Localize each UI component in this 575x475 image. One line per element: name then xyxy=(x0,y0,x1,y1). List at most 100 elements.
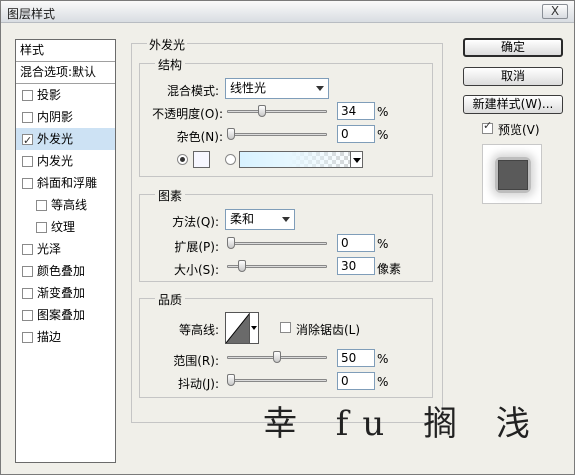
noise-input[interactable]: 0 xyxy=(337,125,375,143)
range-label: 范围(R): xyxy=(173,354,219,368)
blend-mode-select[interactable]: 线性光 xyxy=(225,78,329,99)
jitter-input[interactable]: 0 xyxy=(337,372,375,390)
style-checkbox[interactable] xyxy=(22,177,33,189)
size-unit: 像素 xyxy=(377,262,402,276)
opacity-label: 不透明度(O): xyxy=(152,107,223,121)
slider-track xyxy=(227,379,327,382)
slider-thumb[interactable] xyxy=(258,105,266,117)
range-input[interactable]: 50 xyxy=(337,349,375,367)
slider-thumb[interactable] xyxy=(227,237,235,249)
style-checkbox[interactable] xyxy=(22,130,33,152)
style-item[interactable]: 图案叠加 xyxy=(16,304,115,326)
range-unit: % xyxy=(377,352,389,366)
slider-track xyxy=(227,133,327,136)
glow-gradient-picker[interactable] xyxy=(239,151,363,168)
close-button[interactable]: X xyxy=(542,4,568,19)
style-item-label: 纹理 xyxy=(51,220,76,234)
glow-color-swatch[interactable] xyxy=(193,151,210,168)
range-slider[interactable] xyxy=(227,350,327,364)
noise-label: 杂色(N): xyxy=(176,130,223,144)
style-item[interactable]: 外发光 xyxy=(16,128,115,152)
style-checkbox[interactable] xyxy=(36,199,47,211)
size-input[interactable]: 30 xyxy=(337,257,375,275)
chevron-down-icon xyxy=(316,86,324,91)
styles-list: 样式 混合选项:默认 投影内阴影外发光内发光斜面和浮雕等高线纹理光泽颜色叠加渐变… xyxy=(15,39,116,463)
slider-thumb[interactable] xyxy=(227,128,235,140)
style-checkbox[interactable] xyxy=(22,287,33,299)
style-preview xyxy=(482,144,542,204)
blend-options-item[interactable]: 混合选项:默认 xyxy=(16,62,115,84)
style-checkbox[interactable] xyxy=(22,243,33,255)
spread-label: 扩展(P): xyxy=(174,240,219,254)
style-checkbox[interactable] xyxy=(22,89,33,101)
style-item-label: 描边 xyxy=(37,330,62,344)
spread-slider[interactable] xyxy=(227,236,327,250)
antialias-checkbox[interactable] xyxy=(280,322,291,333)
technique-select[interactable]: 柔和 xyxy=(225,209,295,230)
preview-checkbox[interactable] xyxy=(482,119,493,134)
style-item[interactable]: 颜色叠加 xyxy=(16,260,115,282)
style-checkbox[interactable] xyxy=(22,309,33,321)
noise-unit: % xyxy=(377,128,389,142)
size-slider[interactable] xyxy=(227,259,327,273)
style-checkbox[interactable] xyxy=(22,265,33,277)
technique-label: 方法(Q): xyxy=(172,215,219,229)
jitter-label: 抖动(J): xyxy=(178,377,219,391)
solid-color-radio[interactable] xyxy=(177,154,188,165)
style-item[interactable]: 等高线 xyxy=(16,194,115,216)
preview-square xyxy=(498,160,528,190)
gradient-radio[interactable] xyxy=(225,154,236,165)
style-item-label: 光泽 xyxy=(37,242,62,256)
antialias-label[interactable]: 消除锯齿(L) xyxy=(296,321,360,338)
spread-unit: % xyxy=(377,237,389,251)
cancel-button[interactable]: 取消 xyxy=(463,67,563,86)
layer-style-dialog: 图层样式 X 样式 混合选项:默认 投影内阴影外发光内发光斜面和浮雕等高线纹理光… xyxy=(0,0,575,475)
watermark-text: 幸 fu 搁 浅 xyxy=(263,404,544,444)
opacity-slider[interactable] xyxy=(227,104,327,118)
preview-label[interactable]: 预览(V) xyxy=(498,121,540,138)
style-item-label: 斜面和浮雕 xyxy=(37,176,98,190)
size-label: 大小(S): xyxy=(173,263,219,277)
jitter-slider[interactable] xyxy=(227,373,327,387)
style-checkbox[interactable] xyxy=(22,155,33,167)
window-title: 图层样式 xyxy=(7,7,56,21)
blend-mode-value: 线性光 xyxy=(230,81,267,95)
style-item[interactable]: 纹理 xyxy=(16,216,115,238)
style-checkbox[interactable] xyxy=(36,221,47,233)
preview-glow xyxy=(495,157,531,193)
title-bar[interactable]: 图层样式 X xyxy=(1,1,574,23)
style-item-label: 图案叠加 xyxy=(37,308,86,322)
style-item[interactable]: 内发光 xyxy=(16,150,115,172)
style-checkbox[interactable] xyxy=(22,331,33,343)
style-items: 投影内阴影外发光内发光斜面和浮雕等高线纹理光泽颜色叠加渐变叠加图案叠加描边 xyxy=(16,84,115,348)
style-item-label: 内发光 xyxy=(37,154,74,168)
style-item-label: 内阴影 xyxy=(37,110,74,124)
style-item[interactable]: 内阴影 xyxy=(16,106,115,128)
chevron-down-icon[interactable] xyxy=(249,313,258,343)
noise-slider[interactable] xyxy=(227,127,327,141)
style-item[interactable]: 投影 xyxy=(16,84,115,106)
slider-track xyxy=(227,110,327,113)
slider-thumb[interactable] xyxy=(227,374,235,386)
contour-label: 等高线: xyxy=(178,323,219,337)
new-style-button[interactable]: 新建样式(W)... xyxy=(463,95,563,114)
technique-value: 柔和 xyxy=(230,212,255,226)
styles-header[interactable]: 样式 xyxy=(16,40,115,62)
chevron-down-icon[interactable] xyxy=(350,151,363,168)
spread-input[interactable]: 0 xyxy=(337,234,375,252)
style-item-label: 投影 xyxy=(37,88,62,102)
opacity-unit: % xyxy=(377,105,389,119)
opacity-input[interactable]: 34 xyxy=(337,102,375,120)
elements-legend: 图素 xyxy=(155,187,186,204)
slider-thumb[interactable] xyxy=(238,260,246,272)
style-checkbox[interactable] xyxy=(22,111,33,123)
style-item[interactable]: 光泽 xyxy=(16,238,115,260)
style-item[interactable]: 渐变叠加 xyxy=(16,282,115,304)
contour-curve-icon xyxy=(226,313,251,343)
contour-picker[interactable] xyxy=(225,312,259,344)
ok-button[interactable]: 确定 xyxy=(463,38,563,57)
chevron-down-icon xyxy=(282,217,290,222)
style-item[interactable]: 斜面和浮雕 xyxy=(16,172,115,194)
slider-thumb[interactable] xyxy=(273,351,281,363)
style-item[interactable]: 描边 xyxy=(16,326,115,348)
